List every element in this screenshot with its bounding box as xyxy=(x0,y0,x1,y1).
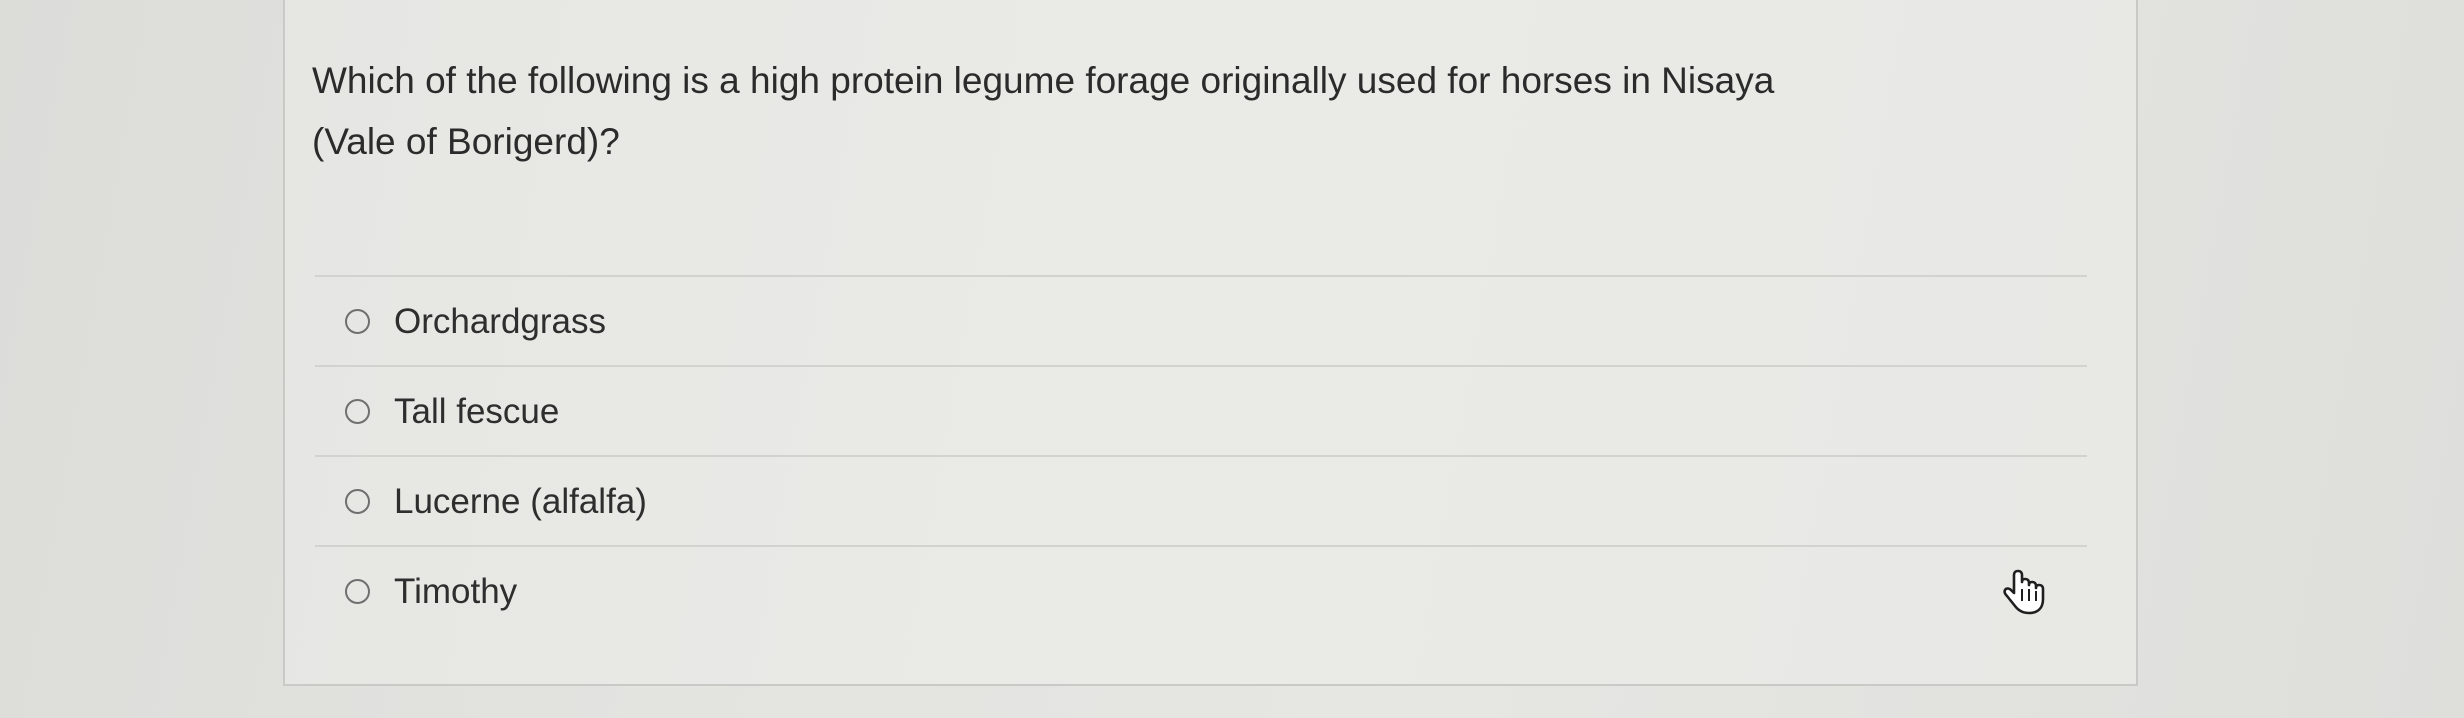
question-card: Which of the following is a high protein… xyxy=(283,0,2138,686)
option-label: Tall fescue xyxy=(394,391,560,431)
option-label: Lucerne (alfalfa) xyxy=(394,481,647,521)
option-timothy[interactable]: Timothy xyxy=(315,545,2087,635)
question-line-2: (Vale of Borigerd)? xyxy=(312,121,620,162)
option-label: Timothy xyxy=(394,571,518,611)
radio-button[interactable] xyxy=(345,308,370,334)
option-lucerne[interactable]: Lucerne (alfalfa) xyxy=(315,455,2087,545)
radio-button[interactable] xyxy=(345,578,370,604)
radio-button[interactable] xyxy=(345,488,370,514)
option-orchardgrass[interactable]: Orchardgrass xyxy=(315,275,2087,365)
option-tall-fescue[interactable]: Tall fescue xyxy=(315,365,2087,455)
hand-pointer-icon xyxy=(2003,569,2045,615)
radio-button[interactable] xyxy=(345,398,370,424)
question-text: Which of the following is a high protein… xyxy=(312,50,2112,172)
answer-options: Orchardgrass Tall fescue Lucerne (alfalf… xyxy=(315,275,2087,635)
question-line-1: Which of the following is a high protein… xyxy=(312,60,1775,101)
option-label: Orchardgrass xyxy=(394,301,607,341)
